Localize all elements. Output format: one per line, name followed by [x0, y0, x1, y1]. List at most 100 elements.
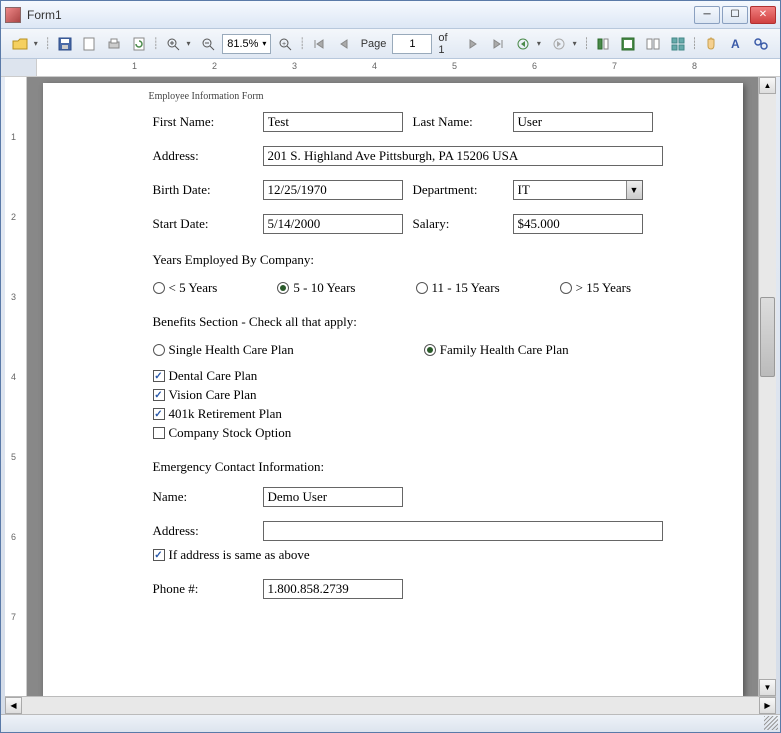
vision-label: Vision Care Plan [169, 387, 257, 403]
ec-name-input[interactable] [263, 487, 403, 507]
401k-label: 401k Retirement Plan [169, 406, 282, 422]
vertical-scrollbar[interactable]: ▲ ▼ [758, 77, 776, 696]
open-dropdown[interactable]: ▾ [34, 39, 42, 48]
page-label: Page [358, 38, 390, 50]
scroll-right-arrow-icon[interactable]: ▶ [759, 697, 776, 714]
family-health-label: Family Health Care Plan [440, 342, 569, 358]
dental-check[interactable] [153, 370, 165, 382]
years-gt15-radio[interactable] [560, 282, 572, 294]
page-input[interactable] [392, 34, 432, 54]
stock-check[interactable] [153, 427, 165, 439]
hand-tool-button[interactable] [701, 33, 723, 55]
horizontal-scrollbar[interactable]: ◀ ▶ [5, 696, 776, 714]
start-date-input[interactable] [263, 214, 403, 234]
view-single-button[interactable] [593, 33, 615, 55]
window-title: Form1 [27, 8, 694, 22]
forward-history-button[interactable] [548, 33, 570, 55]
dental-label: Dental Care Plan [169, 368, 258, 384]
refresh-button[interactable] [128, 33, 150, 55]
years-lt5-radio[interactable] [153, 282, 165, 294]
forward-dropdown[interactable]: ▾ [573, 39, 581, 48]
first-name-label: First Name: [153, 114, 253, 130]
save-button[interactable] [54, 33, 76, 55]
address-label: Address: [153, 148, 253, 164]
back-history-button[interactable] [512, 33, 534, 55]
salary-label: Salary: [413, 216, 503, 232]
family-health-radio[interactable] [424, 344, 436, 356]
prev-page-button[interactable] [333, 33, 355, 55]
first-name-input[interactable] [263, 112, 403, 132]
years-lt5-label: < 5 Years [169, 280, 218, 296]
window-controls: ─ ☐ ✕ [694, 6, 776, 24]
start-date-label: Start Date: [153, 216, 253, 232]
last-name-label: Last Name: [413, 114, 503, 130]
zoom-in-button[interactable] [162, 33, 184, 55]
ruler-corner [1, 59, 37, 76]
view-grid-button[interactable] [667, 33, 689, 55]
app-window: Form1 ─ ☐ ✕ ▾ ┊ ┊ ▾ 81.5%▾ + ┊ Page of 1… [0, 0, 781, 733]
print-button[interactable] [103, 33, 125, 55]
scroll-down-arrow-icon[interactable]: ▼ [759, 679, 776, 696]
zoom-value[interactable]: 81.5%▾ [222, 34, 271, 54]
birth-date-input[interactable] [263, 180, 403, 200]
ec-same-check[interactable] [153, 549, 165, 561]
last-name-input[interactable] [513, 112, 653, 132]
zoom-out-button[interactable] [197, 33, 219, 55]
status-bar [1, 714, 780, 732]
open-button[interactable] [9, 33, 31, 55]
document-page: Employee Information Form First Name: La… [43, 83, 743, 696]
zoom-text: 81.5% [227, 38, 258, 50]
salary-input[interactable] [513, 214, 643, 234]
years-11-15-radio[interactable] [416, 282, 428, 294]
years-5-10-radio[interactable] [277, 282, 289, 294]
next-page-button[interactable] [463, 33, 485, 55]
view-continuous-button[interactable] [617, 33, 639, 55]
department-select[interactable] [513, 180, 643, 200]
form-title: Employee Information Form [149, 91, 723, 102]
maximize-button[interactable]: ☐ [722, 6, 748, 24]
separator-icon: ┊ [45, 33, 51, 55]
titlebar: Form1 ─ ☐ ✕ [1, 1, 780, 29]
text-select-button[interactable]: A [725, 33, 747, 55]
scroll-thumb[interactable] [760, 297, 775, 377]
ec-name-label: Name: [153, 489, 253, 505]
single-health-label: Single Health Care Plan [169, 342, 294, 358]
address-input[interactable] [263, 146, 663, 166]
view-facing-button[interactable] [642, 33, 664, 55]
back-dropdown[interactable]: ▾ [537, 39, 545, 48]
chevron-down-icon[interactable]: ▼ [626, 181, 642, 199]
hscroll-track[interactable] [22, 697, 759, 714]
page-of-label: of 1 [435, 32, 459, 56]
single-health-radio[interactable] [153, 344, 165, 356]
ruler-horizontal: 1 2 3 4 5 6 7 8 [1, 59, 780, 77]
ec-phone-input[interactable] [263, 579, 403, 599]
resize-grip-icon[interactable] [764, 716, 778, 730]
svg-text:+: + [282, 41, 286, 48]
ruler-vertical: 1 2 3 4 5 6 7 [5, 77, 27, 696]
separator-icon: ┊ [584, 33, 590, 55]
last-page-button[interactable] [487, 33, 509, 55]
first-page-button[interactable] [308, 33, 330, 55]
ec-same-label: If address is same as above [169, 547, 310, 563]
scroll-left-arrow-icon[interactable]: ◀ [5, 697, 22, 714]
zoom-in-dropdown[interactable]: ▾ [187, 39, 195, 48]
find-button[interactable] [750, 33, 772, 55]
document-viewport[interactable]: Employee Information Form First Name: La… [27, 77, 758, 696]
separator-icon: ┊ [153, 33, 159, 55]
scroll-up-arrow-icon[interactable]: ▲ [759, 77, 776, 94]
years-radio-group: < 5 Years 5 - 10 Years 11 - 15 Years > 1… [153, 280, 723, 296]
ruler-h-scale: 1 2 3 4 5 6 7 8 [37, 59, 780, 76]
close-button[interactable]: ✕ [750, 6, 776, 24]
svg-text:A: A [731, 37, 740, 51]
ec-address-input[interactable] [263, 521, 663, 541]
zoom-fit-button[interactable]: + [274, 33, 296, 55]
401k-check[interactable] [153, 408, 165, 420]
emergency-section-header: Emergency Contact Information: [153, 459, 723, 475]
years-section-header: Years Employed By Company: [153, 252, 723, 268]
health-radio-group: Single Health Care Plan Family Health Ca… [153, 342, 723, 358]
ec-address-label: Address: [153, 523, 253, 539]
minimize-button[interactable]: ─ [694, 6, 720, 24]
separator-icon: ┊ [299, 33, 305, 55]
vision-check[interactable] [153, 389, 165, 401]
new-button[interactable] [78, 33, 100, 55]
